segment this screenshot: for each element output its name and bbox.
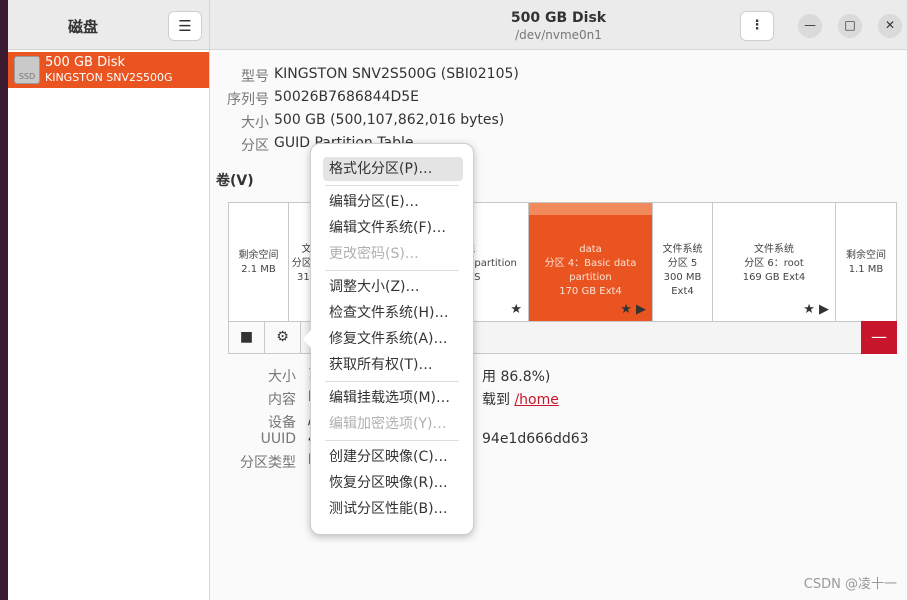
menu-item-take-ownership[interactable]: 获取所有权(T)…: [323, 353, 463, 377]
sidebar-title: 磁盘: [68, 18, 99, 36]
volume-size-label: 大小: [268, 369, 296, 385]
segment-label: data: [579, 244, 602, 255]
segment-label: 文件系统: [754, 244, 794, 255]
mount-point-link[interactable]: /home: [514, 392, 558, 408]
mounted-at-text: 载到: [482, 392, 515, 408]
partition-segment-5[interactable]: 文件系统分区 5 300 MB Ext4: [653, 203, 713, 321]
star-icon: ★: [510, 302, 522, 317]
hamburger-menu-button[interactable]: ☰: [168, 11, 202, 41]
segment-size: 300 MB Ext4: [663, 272, 702, 297]
menu-item-format-partition[interactable]: 格式化分区(P)…: [323, 157, 463, 181]
hamburger-icon: ☰: [178, 17, 192, 35]
partition-segment-free-2[interactable]: 剩余空间 1.1 MB: [836, 203, 896, 321]
size-value: 500 GB (500,107,862,016 bytes): [274, 112, 505, 128]
gear-icon: ⚙: [276, 329, 289, 345]
segment-highlight-band: [529, 203, 652, 215]
disk-list-item[interactable]: SSD 500 GB Disk KINGSTON SNV2S500G: [8, 52, 209, 88]
partition-type-label: 分区类型: [240, 455, 296, 471]
volume-uuid-tail: 94e1d666dd63: [482, 431, 589, 447]
watermark: CSDN @凌十一: [803, 577, 897, 592]
menu-item-check-filesystem[interactable]: 检查文件系统(H)…: [323, 301, 463, 325]
mounted-play-icon: ▶: [819, 302, 829, 317]
menu-item-restore-partition-image[interactable]: 恢复分区映像(R)…: [323, 471, 463, 495]
model-value: KINGSTON SNV2S500G (SBI02105): [274, 66, 519, 82]
minus-icon: —: [871, 327, 887, 346]
segment-icons: ★ ▶: [620, 302, 646, 317]
partition-options-button[interactable]: ⚙: [265, 322, 301, 353]
ssd-icon: SSD: [14, 56, 40, 84]
minimize-icon: —: [804, 18, 816, 32]
segment-size: 2.1 MB: [241, 264, 276, 275]
sidebar-header: 磁盘 ☰: [8, 0, 210, 50]
menu-item-edit-partition[interactable]: 编辑分区(E)…: [323, 190, 463, 214]
segment-size: 169 GB Ext4: [742, 272, 806, 283]
menu-item-create-partition-image[interactable]: 创建分区映像(C)…: [323, 445, 463, 469]
main-header: 500 GB Disk /dev/nvme0n1 ⋮ — □ ✕: [210, 0, 907, 50]
partition-segment-free-1[interactable]: 剩余空间 2.1 MB: [229, 203, 289, 321]
menu-separator: [325, 440, 459, 441]
close-button[interactable]: ✕: [878, 14, 902, 38]
star-icon: ★: [803, 302, 815, 317]
disk-name: 500 GB Disk: [45, 55, 125, 70]
segment-name: 分区 5: [667, 258, 698, 269]
segment-name: 分区 6：root: [744, 258, 804, 269]
menu-item-resize[interactable]: 调整大小(Z)…: [323, 275, 463, 299]
menu-item-edit-filesystem[interactable]: 编辑文件系统(F)…: [323, 216, 463, 240]
disk-list: SSD 500 GB Disk KINGSTON SNV2S500G: [8, 50, 210, 600]
segment-icons: ★ ▶: [803, 302, 829, 317]
maximize-icon: □: [844, 18, 856, 32]
volume-uuid-label: UUID: [260, 431, 296, 447]
segment-name: 分区 4：Basic data partition: [544, 258, 637, 283]
menu-item-benchmark-partition[interactable]: 测试分区性能(B)…: [323, 497, 463, 521]
menu-item-edit-mount-options[interactable]: 编辑挂载选项(M)…: [323, 386, 463, 410]
minimize-button[interactable]: —: [798, 14, 822, 38]
partition-segment-6[interactable]: 文件系统分区 6：root 169 GB Ext4 ★ ▶: [713, 203, 836, 321]
volume-device-label: 设备: [268, 415, 296, 431]
drive-menu-button[interactable]: ⋮: [740, 11, 774, 41]
close-icon: ✕: [884, 18, 896, 32]
menu-item-edit-encryption-options: 编辑加密选项(Y)…: [329, 416, 447, 432]
delete-partition-button[interactable]: —: [861, 321, 897, 354]
partitioning-label: 分区: [241, 138, 269, 154]
partition-segment-4-selected[interactable]: data 分区 4：Basic data partition 170 GB Ext4…: [529, 203, 653, 321]
volume-size-usage: 用 86.8%): [482, 369, 551, 385]
volume-content-label: 内容: [268, 392, 296, 408]
unmount-button[interactable]: ■: [229, 322, 265, 353]
volume-mount-text: 载到 /home: [482, 389, 559, 409]
menu-separator: [325, 185, 459, 186]
star-icon: ★: [620, 302, 632, 317]
serial-label: 序列号: [227, 92, 269, 108]
disk-model: KINGSTON SNV2S500G: [45, 71, 173, 84]
mounted-play-icon: ▶: [636, 302, 646, 317]
model-label: 型号: [241, 69, 269, 85]
kebab-menu-icon: ⋮: [750, 18, 764, 33]
menu-separator: [325, 381, 459, 382]
maximize-button[interactable]: □: [838, 14, 862, 38]
serial-value: 50026B7686844D5E: [274, 89, 420, 105]
segment-label: 文件系统: [662, 244, 703, 255]
stop-icon: ■: [239, 329, 254, 345]
menu-pointer-arrow: [303, 330, 311, 348]
menu-item-repair-filesystem[interactable]: 修复文件系统(A)…: [323, 327, 463, 351]
size-label: 大小: [241, 115, 269, 131]
segment-label: 剩余空间: [238, 250, 279, 261]
segment-label: 剩余空间: [846, 250, 886, 261]
partition-context-menu: 格式化分区(P)… 编辑分区(E)… 编辑文件系统(F)… 更改密码(S)… 调…: [303, 143, 474, 535]
volumes-heading: 卷(V): [216, 173, 254, 189]
segment-size: 1.1 MB: [848, 264, 884, 275]
segment-size: 170 GB Ext4: [559, 286, 622, 297]
menu-separator: [325, 270, 459, 271]
menu-item-change-passphrase: 更改密码(S)…: [329, 246, 419, 262]
